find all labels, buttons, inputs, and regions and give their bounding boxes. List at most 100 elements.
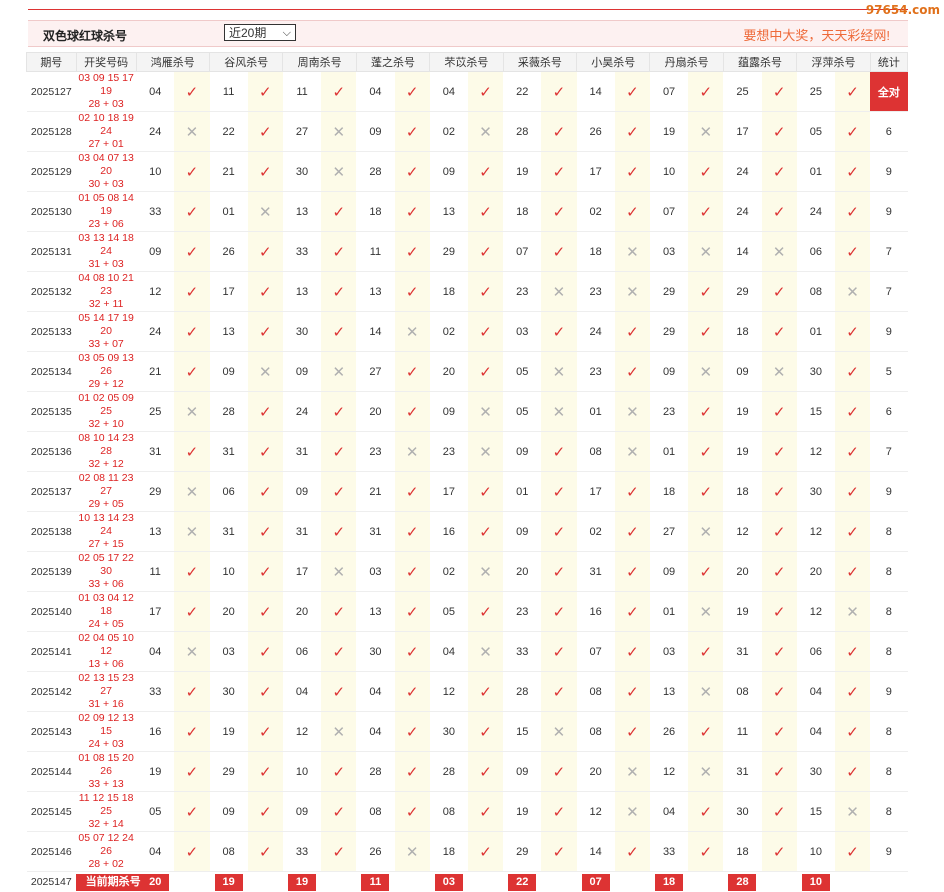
check-icon: ✓ [395, 472, 430, 512]
check-icon: ✓ [688, 712, 723, 752]
check-icon: ✓ [762, 512, 797, 552]
cross-icon: ✕ [321, 712, 356, 752]
check-icon: ✓ [395, 232, 430, 272]
kill-number-cell: 20 [210, 592, 248, 632]
draw-line-1: 10 13 14 23 24 [76, 512, 136, 538]
kill-number-cell: 12 [577, 792, 615, 832]
check-icon: ✓ [688, 552, 723, 592]
draw-line-2: 32 + 14 [76, 818, 136, 831]
header-expert[interactable]: 蕴露杀号 [723, 53, 796, 72]
check-icon: ✓ [762, 632, 797, 672]
kill-number-cell: 18 [430, 832, 468, 872]
check-icon: ✓ [468, 232, 503, 272]
check-icon: ✓ [762, 712, 797, 752]
kill-number-cell: 03 [503, 312, 541, 352]
header-expert[interactable]: 采薇杀号 [503, 53, 576, 72]
table-row: 202513810 13 14 23 2427 + 1513✕31✓31✓31✓… [27, 512, 908, 552]
period-cell: 2025135 [27, 392, 77, 432]
kill-number-cell: 19 [723, 592, 761, 632]
check-icon: ✓ [174, 272, 209, 312]
current-kill-cell: 03 [430, 872, 468, 892]
kill-number-cell: 20 [797, 552, 835, 592]
period-cell: 2025146 [27, 832, 77, 872]
check-icon: ✓ [541, 112, 576, 152]
check-icon: ✓ [835, 72, 870, 112]
kill-number-cell: 18 [723, 312, 761, 352]
stat-cell: 9 [870, 312, 907, 352]
kill-number-cell: 17 [283, 552, 321, 592]
draw-line-1: 03 13 14 18 24 [76, 232, 136, 258]
draw-numbers-cell: 02 05 17 22 3033 + 06 [76, 552, 136, 592]
check-icon: ✓ [541, 472, 576, 512]
header-expert[interactable]: 蓬之杀号 [356, 53, 429, 72]
current-period-row: 2025147当前期杀号20191911032207182810 [27, 872, 908, 892]
table-row: 202514605 07 12 24 2628 + 0204✓08✓33✓26✕… [27, 832, 908, 872]
check-icon: ✓ [321, 752, 356, 792]
header-expert[interactable]: 浮萍杀号 [797, 53, 870, 72]
cross-icon: ✕ [835, 592, 870, 632]
check-icon: ✓ [395, 152, 430, 192]
kill-number-cell: 09 [283, 352, 321, 392]
kill-number-cell: 08 [430, 792, 468, 832]
check-icon: ✓ [688, 472, 723, 512]
check-icon: ✓ [835, 232, 870, 272]
check-icon: ✓ [541, 672, 576, 712]
check-icon: ✓ [468, 472, 503, 512]
header-expert[interactable]: 周南杀号 [283, 53, 356, 72]
check-icon: ✓ [395, 392, 430, 432]
kill-number-cell: 08 [577, 432, 615, 472]
empty-cell [174, 872, 209, 892]
kill-number-cell: 04 [136, 632, 174, 672]
check-icon: ✓ [321, 632, 356, 672]
check-icon: ✓ [395, 592, 430, 632]
cross-icon: ✕ [835, 792, 870, 832]
check-icon: ✓ [835, 392, 870, 432]
header-expert[interactable]: 谷风杀号 [210, 53, 283, 72]
kill-number-cell: 16 [136, 712, 174, 752]
cross-icon: ✕ [321, 552, 356, 592]
stat-cell: 6 [870, 392, 907, 432]
current-kill-label: 当前期杀号 [76, 874, 150, 891]
kill-number-cell: 28 [356, 152, 394, 192]
kill-number-cell: 01 [577, 392, 615, 432]
check-icon: ✓ [174, 832, 209, 872]
kill-number-cell: 02 [577, 512, 615, 552]
cross-icon: ✕ [395, 832, 430, 872]
header-expert[interactable]: 丹扇杀号 [650, 53, 723, 72]
check-icon: ✓ [615, 832, 650, 872]
draw-line-2: 32 + 11 [76, 298, 136, 311]
header-period: 期号 [27, 53, 77, 72]
table-header-row: 期号 开奖号码 鸿雁杀号 谷风杀号 周南杀号 蓬之杀号 芣苡杀号 采薇杀号 小昊… [27, 53, 908, 72]
kill-number-cell: 19 [503, 792, 541, 832]
header-expert[interactable]: 鸿雁杀号 [136, 53, 209, 72]
current-kill-badge: 19 [288, 874, 316, 891]
check-icon: ✓ [468, 672, 503, 712]
kill-number-cell: 20 [723, 552, 761, 592]
cross-icon: ✕ [615, 432, 650, 472]
check-icon: ✓ [688, 152, 723, 192]
check-icon: ✓ [321, 472, 356, 512]
cross-icon: ✕ [835, 272, 870, 312]
kill-number-cell: 27 [356, 352, 394, 392]
kill-number-cell: 07 [650, 72, 688, 112]
draw-line-1: 03 04 07 13 20 [76, 152, 136, 178]
draw-line-1: 01 05 08 14 19 [76, 192, 136, 218]
header-draw: 开奖号码 [76, 53, 136, 72]
header-expert[interactable]: 小昊杀号 [577, 53, 650, 72]
kill-number-cell: 02 [430, 312, 468, 352]
period-select[interactable]: 近20期 ⌵ [224, 24, 296, 41]
kill-number-cell: 23 [503, 272, 541, 312]
kill-number-cell: 23 [650, 392, 688, 432]
draw-line-1: 02 10 18 19 24 [76, 112, 136, 138]
kill-number-cell: 25 [136, 392, 174, 432]
draw-numbers-cell: 04 08 10 21 2332 + 11 [76, 272, 136, 312]
check-icon: ✓ [688, 432, 723, 472]
check-icon: ✓ [835, 632, 870, 672]
kill-number-cell: 31 [210, 432, 248, 472]
kill-number-cell: 14 [577, 832, 615, 872]
header-expert[interactable]: 芣苡杀号 [430, 53, 503, 72]
slogan-link[interactable]: 要想中大奖，天天彩经网! [743, 25, 890, 44]
kill-number-cell: 03 [650, 232, 688, 272]
draw-line-2: 31 + 03 [76, 258, 136, 271]
kill-number-cell: 26 [577, 112, 615, 152]
